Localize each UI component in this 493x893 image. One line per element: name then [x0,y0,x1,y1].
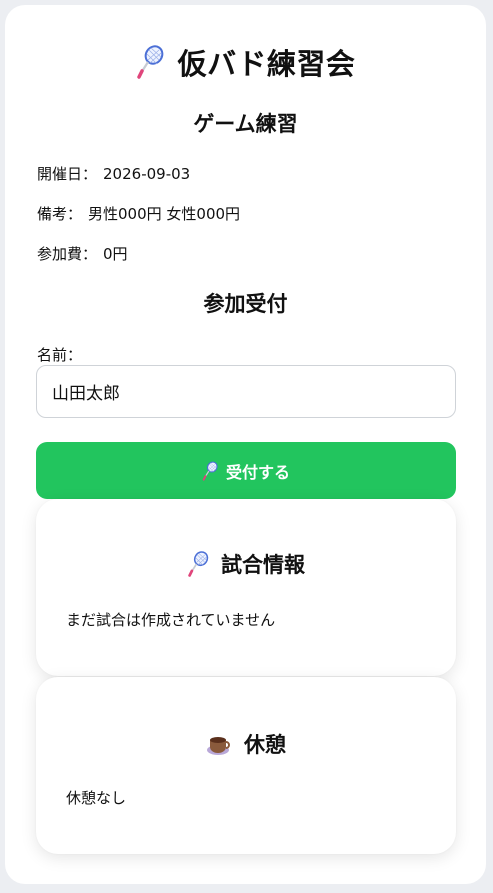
event-fee: 参加費： 0円 [37,243,128,264]
submit-button-label: 受付する [225,462,290,482]
event-note-value: 男性000円 女性000円 [88,205,241,223]
app-title: 仮バド練習会 [177,47,356,81]
event-note-label: 備考： [37,205,83,223]
badminton-racket-icon [136,45,164,79]
event-date: 開催日： 2026-09-03 [37,163,190,184]
event-date-label: 開催日： [37,165,98,183]
submit-button[interactable]: 受付する [36,442,456,499]
break-card: 休憩 休憩なし [36,677,456,854]
break-message: 休憩なし [66,789,127,807]
match-info-title: 試合情報 [221,553,305,577]
match-info-message: まだ試合は作成されていません [66,611,276,629]
break-title: 休憩 [244,733,286,757]
main-panel: 仮バド練習会 ゲーム練習 開催日： 2026-09-03 備考： 男性000円 女性… [5,5,486,884]
event-fee-value: 0円 [103,245,128,263]
event-fee-label: 参加費： [37,245,98,263]
name-input[interactable] [36,365,456,418]
registration-heading: 参加受付 [203,292,288,316]
event-note: 備考： 男性000円 女性000円 [37,203,240,224]
badminton-racket-icon [187,551,209,577]
app-header: 仮バド練習会 [5,41,486,83]
badminton-racket-icon [202,461,218,481]
break-header: 休憩 [36,729,456,759]
name-label: 名前： [37,346,83,364]
match-info-card: 試合情報 まだ試合は作成されていません [36,499,456,676]
coffee-cup-icon [207,737,230,755]
event-date-value: 2026-09-03 [103,165,191,183]
match-info-header: 試合情報 [36,549,456,579]
event-name: ゲーム練習 [193,112,298,136]
